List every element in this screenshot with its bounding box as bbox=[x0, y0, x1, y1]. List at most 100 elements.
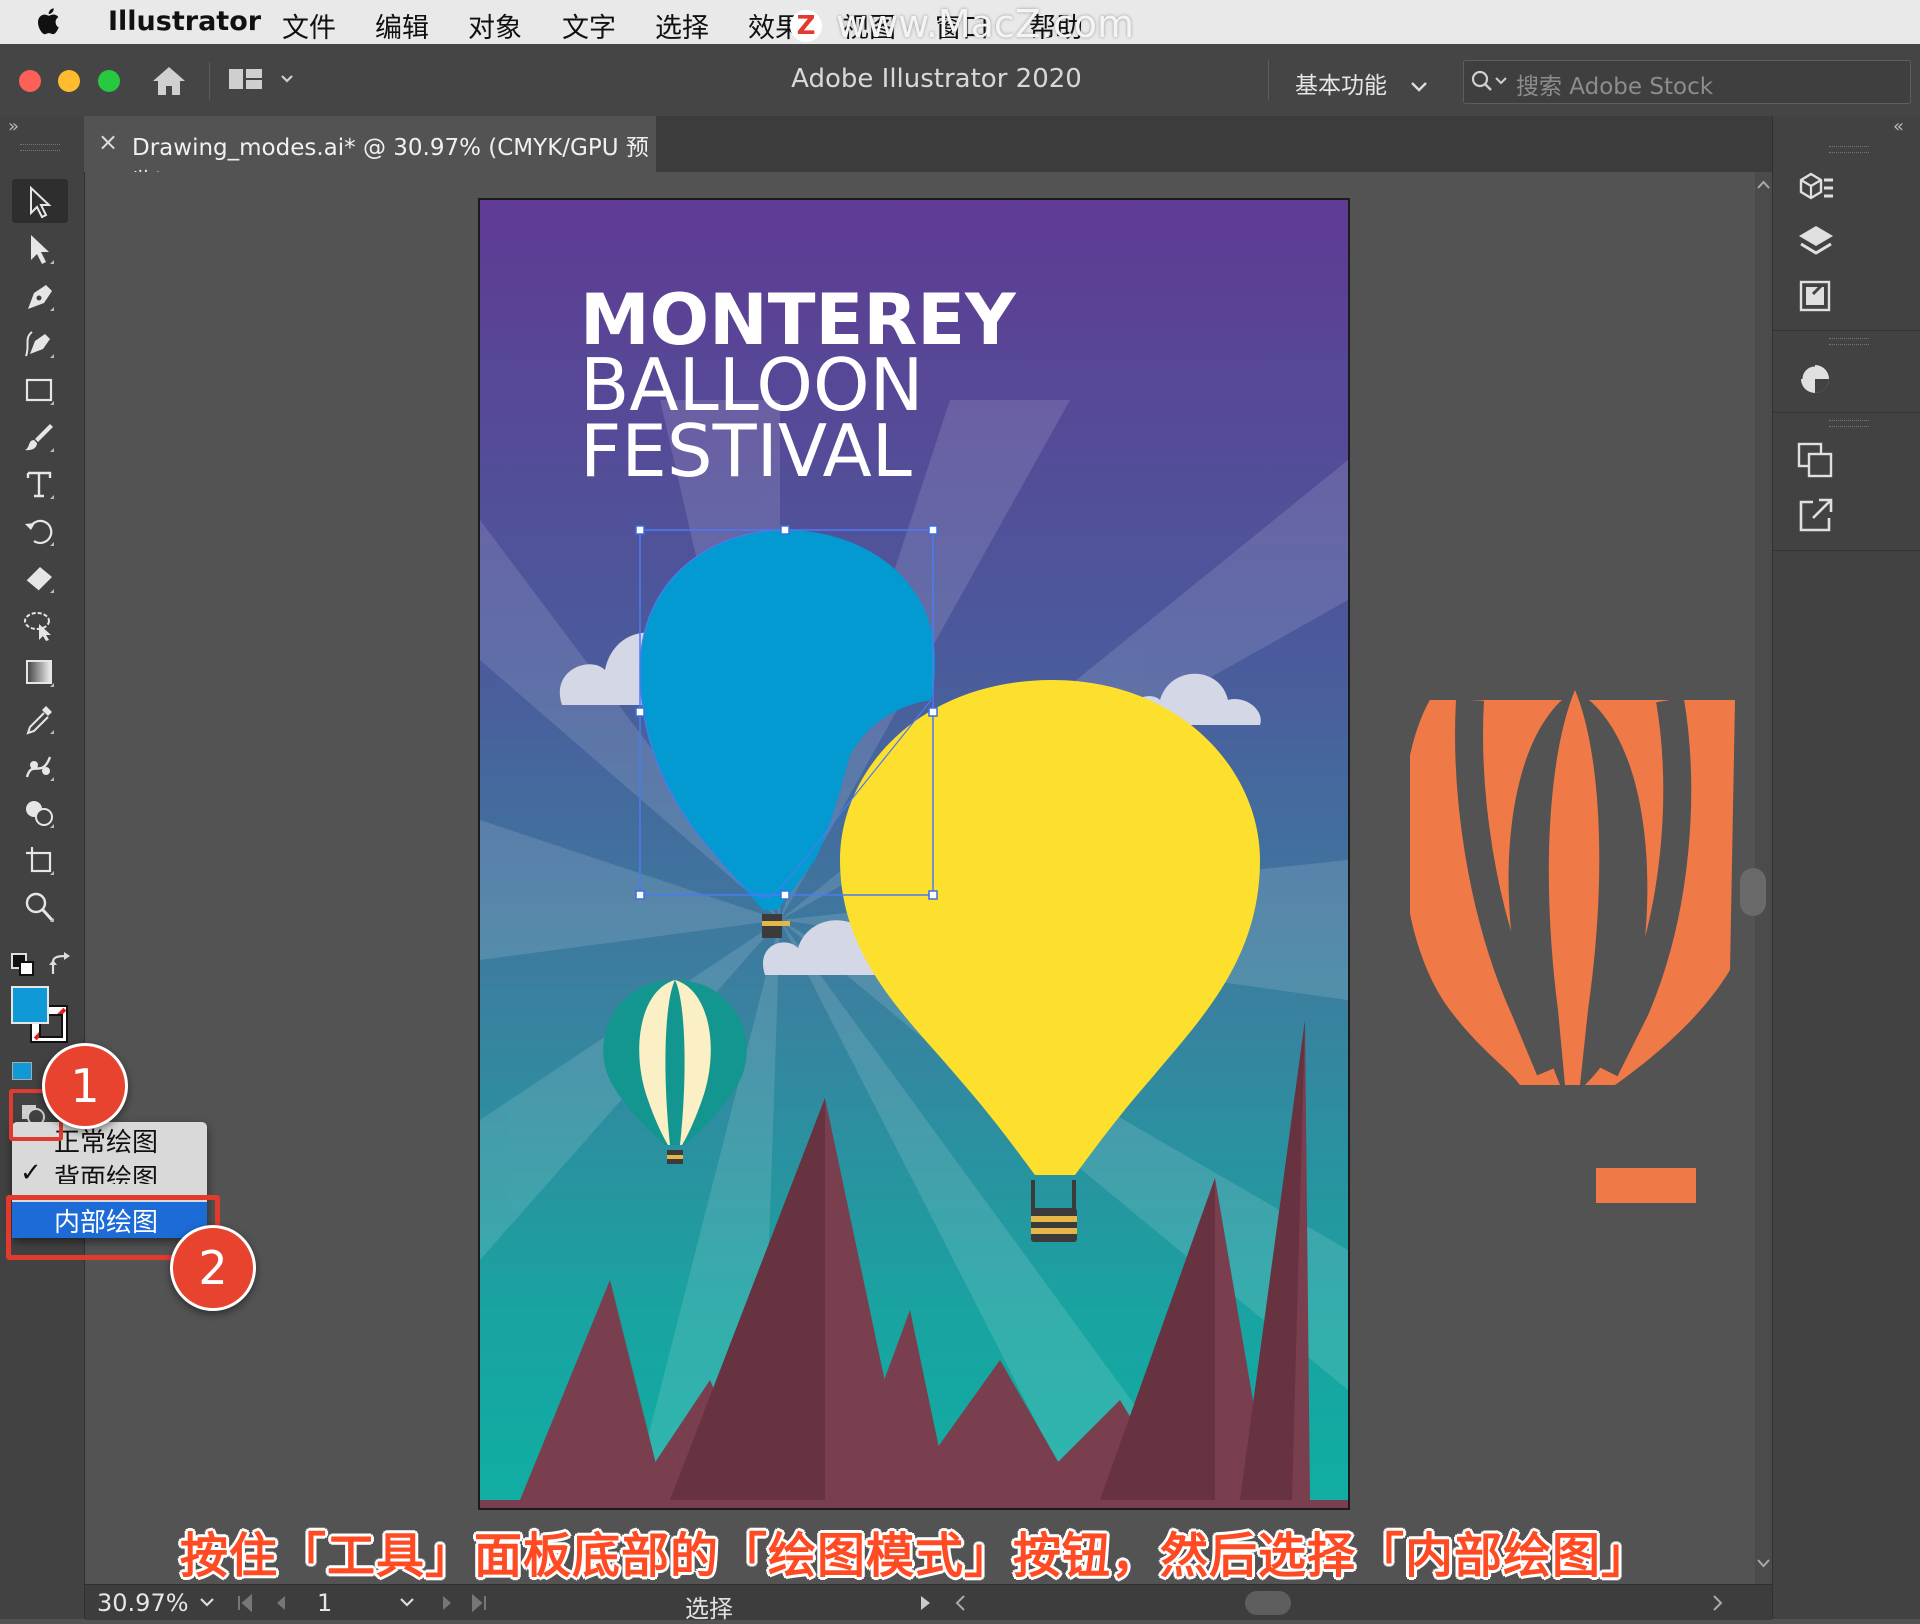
menu-item-label: 正常绘图 bbox=[54, 1128, 159, 1158]
eraser-tool[interactable] bbox=[12, 555, 68, 599]
selection-tool[interactable] bbox=[12, 179, 68, 223]
status-bar: 30.97% 1 选择 bbox=[85, 1584, 1772, 1623]
stock-search-field[interactable]: 搜索 Adobe Stock bbox=[1463, 60, 1911, 104]
chevron-down-icon bbox=[1411, 82, 1428, 92]
pen-tool[interactable] bbox=[12, 273, 68, 317]
panel-dock: « bbox=[1772, 116, 1920, 1619]
panel-grip[interactable] bbox=[1829, 420, 1869, 427]
zoom-dropdown-icon[interactable] bbox=[197, 1595, 217, 1611]
artboard[interactable]: MONTEREY BALLOON FESTIVAL bbox=[478, 198, 1350, 1510]
eyedropper-icon bbox=[26, 706, 54, 735]
search-icon bbox=[1471, 70, 1507, 91]
direct-selection-icon bbox=[31, 235, 54, 264]
selection-icon bbox=[30, 185, 52, 219]
workspace-switcher[interactable]: 基本功能 bbox=[1295, 66, 1430, 100]
close-tab-icon[interactable]: × bbox=[98, 128, 118, 156]
panel-grip[interactable] bbox=[1829, 338, 1869, 345]
asset-export-icon[interactable] bbox=[1793, 274, 1839, 320]
artboard-dropdown-icon[interactable] bbox=[397, 1595, 417, 1611]
scroll-left-icon[interactable] bbox=[951, 1593, 971, 1613]
gradient-icon bbox=[26, 660, 54, 687]
panel-grip[interactable] bbox=[1829, 146, 1869, 153]
curvature-tool[interactable] bbox=[12, 320, 68, 364]
menu-select[interactable]: 选择 bbox=[655, 6, 709, 45]
scroll-right-icon[interactable] bbox=[1707, 1593, 1727, 1613]
collapse-panel-icon[interactable]: « bbox=[1893, 116, 1904, 137]
menu-file[interactable]: 文件 bbox=[282, 6, 336, 45]
watermark-text: www.MacZ.com bbox=[836, 2, 1135, 46]
document-tab[interactable]: × Drawing_modes.ai* @ 30.97% (CMYK/GPU 预… bbox=[84, 116, 656, 195]
menu-edit[interactable]: 编辑 bbox=[375, 6, 429, 45]
zoom-icon bbox=[25, 892, 54, 922]
rotate-icon bbox=[25, 519, 54, 546]
menu-item-label: 背面绘图 bbox=[54, 1164, 159, 1184]
apple-icon[interactable] bbox=[36, 6, 60, 36]
orange-balloon-basket bbox=[1596, 1168, 1696, 1203]
scroll-down-icon[interactable] bbox=[1755, 1556, 1772, 1570]
fill-swatch[interactable] bbox=[11, 986, 49, 1024]
lasso-tool[interactable] bbox=[12, 602, 68, 646]
puppet-warp-tool[interactable] bbox=[12, 743, 68, 787]
layers-icon[interactable] bbox=[1793, 220, 1839, 266]
color-mode-button[interactable] bbox=[12, 1062, 32, 1080]
menu-app-name[interactable]: Illustrator bbox=[108, 6, 261, 37]
orange-balloon[interactable] bbox=[1410, 690, 1735, 1210]
search-placeholder: 搜索 Adobe Stock bbox=[1516, 74, 1714, 100]
tools-panel: » bbox=[0, 116, 85, 1619]
status-menu-icon[interactable] bbox=[915, 1593, 935, 1613]
zoom-tool[interactable] bbox=[12, 884, 68, 928]
poster-title-line3: FESTIVAL bbox=[580, 409, 912, 493]
paintbrush-tool[interactable] bbox=[12, 414, 68, 458]
divider bbox=[1773, 330, 1920, 331]
artboard-number[interactable]: 1 bbox=[317, 1589, 332, 1617]
window-titlebar: Adobe Illustrator 2020 基本功能 搜索 Adobe Sto… bbox=[0, 44, 1920, 117]
workspace-label: 基本功能 bbox=[1295, 73, 1387, 99]
horizontal-scroll-thumb[interactable] bbox=[1245, 1591, 1291, 1615]
shape-builder-tool[interactable] bbox=[12, 790, 68, 834]
rectangle-tool[interactable] bbox=[12, 367, 68, 411]
artboard-tool[interactable] bbox=[12, 837, 68, 881]
rectangle-icon bbox=[25, 378, 54, 405]
pen-icon bbox=[28, 285, 54, 311]
divider bbox=[1268, 60, 1269, 100]
type-icon bbox=[26, 471, 54, 499]
type-tool[interactable] bbox=[12, 461, 68, 505]
puppet-warp-icon bbox=[25, 756, 54, 781]
artwork: MONTEREY BALLOON FESTIVAL bbox=[480, 279, 1348, 1508]
lasso-icon bbox=[24, 612, 51, 641]
menu-type[interactable]: 文字 bbox=[562, 6, 616, 45]
watermark-badge: Z bbox=[790, 10, 822, 42]
paintbrush-icon bbox=[25, 424, 54, 452]
menu-item-draw-behind[interactable]: ✓ 背面绘图 bbox=[12, 1158, 207, 1184]
rotate-tool[interactable] bbox=[12, 508, 68, 552]
eraser-icon bbox=[25, 567, 54, 593]
divider bbox=[1773, 412, 1920, 413]
menu-object[interactable]: 对象 bbox=[468, 6, 522, 45]
tutorial-caption: 按住「工具」面板底部的「绘图模式」按钮，然后选择「内部绘图」 bbox=[180, 1528, 1651, 1584]
default-colors-icon[interactable] bbox=[10, 952, 36, 978]
color-guide-icon[interactable] bbox=[1793, 356, 1839, 402]
zoom-level[interactable]: 30.97% bbox=[97, 1589, 189, 1617]
vertical-scroll-thumb[interactable] bbox=[1740, 868, 1766, 916]
scroll-up-icon[interactable] bbox=[1755, 178, 1772, 192]
step-badge-1: 1 bbox=[42, 1043, 128, 1129]
step-badge-2: 2 bbox=[170, 1225, 256, 1311]
expand-panel-icon[interactable]: » bbox=[8, 116, 19, 137]
mac-menubar: Illustrator 文件 编辑 对象 文字 选择 效果 视图 窗口 帮助 Z… bbox=[0, 0, 1920, 46]
next-last-artboard-icon[interactable] bbox=[435, 1593, 505, 1613]
shape-builder-icon bbox=[26, 801, 54, 828]
eyedropper-tool[interactable] bbox=[12, 696, 68, 740]
libraries-icon[interactable] bbox=[1793, 166, 1839, 212]
document-tabbar: × Drawing_modes.ai* @ 30.97% (CMYK/GPU 预… bbox=[84, 116, 1772, 195]
panel-grip[interactable] bbox=[20, 144, 60, 151]
export-icon[interactable] bbox=[1793, 492, 1839, 538]
direct-selection-tool[interactable] bbox=[12, 226, 68, 270]
artboard-icon bbox=[26, 847, 54, 875]
checkmark-icon: ✓ bbox=[20, 1158, 42, 1184]
swap-colors-icon[interactable] bbox=[48, 952, 76, 978]
transform-icon[interactable] bbox=[1793, 438, 1839, 484]
curvature-icon bbox=[25, 331, 54, 358]
gradient-tool[interactable] bbox=[12, 649, 68, 693]
divider bbox=[1773, 550, 1920, 551]
first-previous-artboard-icon[interactable] bbox=[235, 1593, 305, 1613]
